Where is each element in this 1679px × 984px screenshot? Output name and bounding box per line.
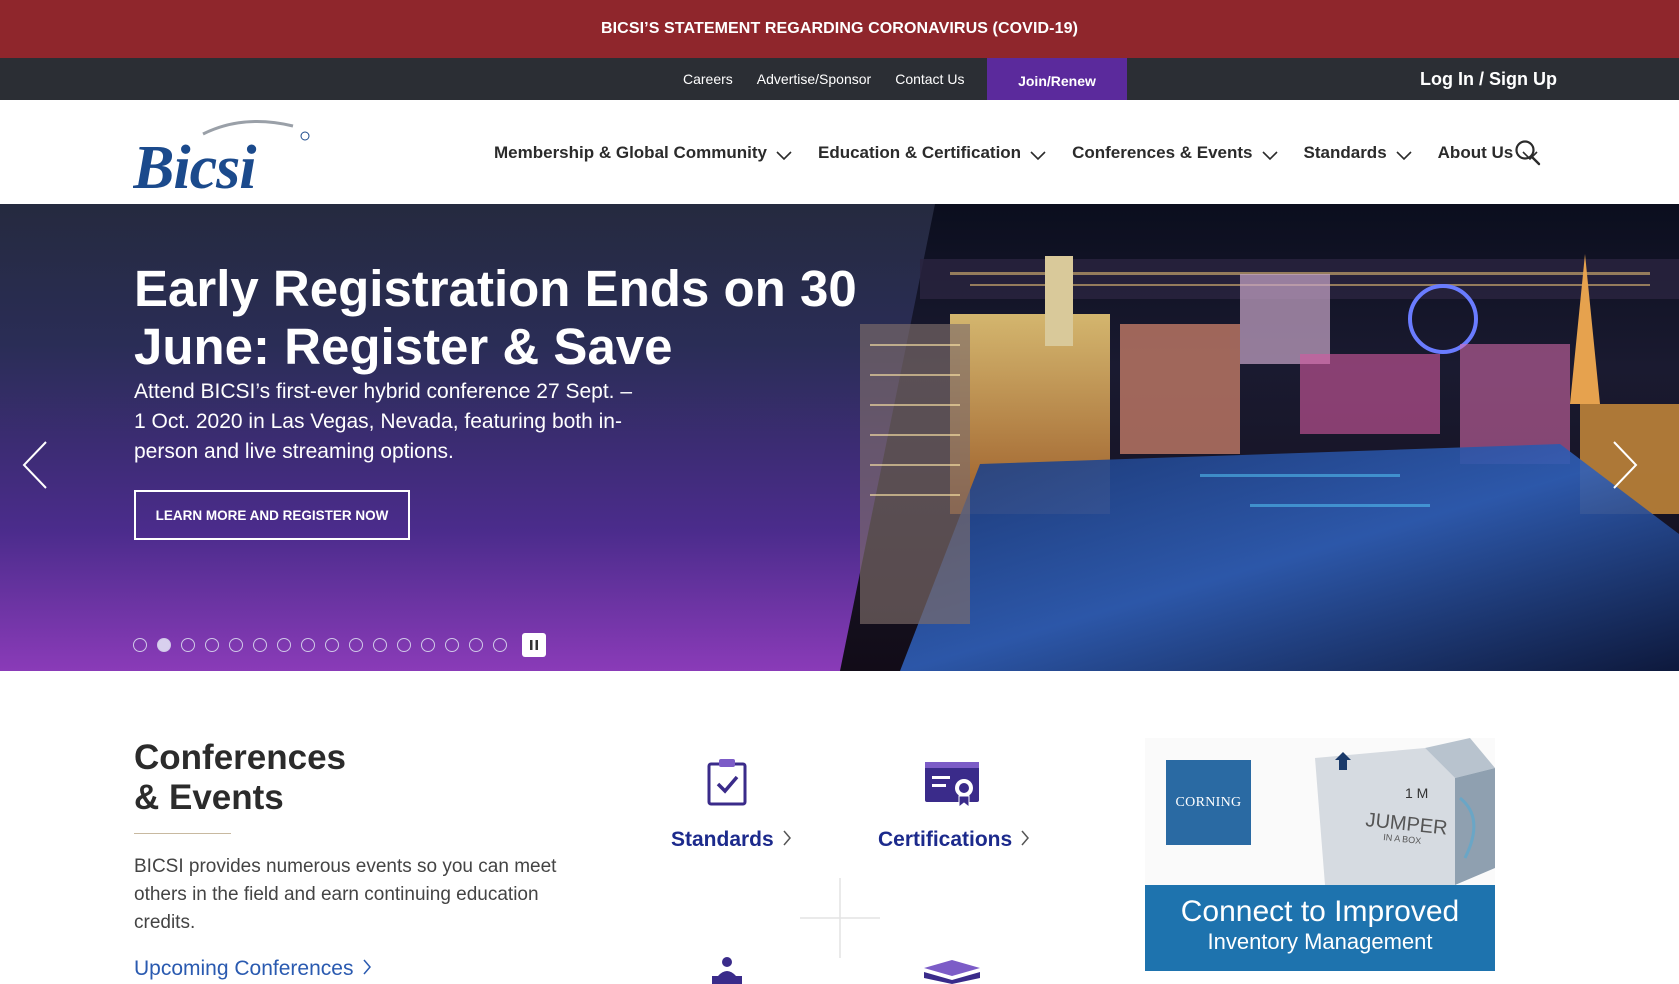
carousel-dot[interactable] — [277, 638, 291, 652]
nav-conferences[interactable]: Conferences & Events — [1072, 143, 1278, 163]
carousel-dot[interactable] — [373, 638, 387, 652]
chevron-left-icon[interactable] — [20, 440, 50, 490]
chevron-right-icon — [363, 959, 372, 975]
title-line: Conferences — [134, 738, 347, 777]
carousel-dot[interactable] — [469, 638, 483, 652]
carousel-dot[interactable] — [205, 638, 219, 652]
nav-label: Standards — [1303, 143, 1387, 162]
corning-logo: CORNING — [1166, 760, 1251, 845]
carousel-dot[interactable] — [301, 638, 315, 652]
carousel-dot[interactable] — [493, 638, 507, 652]
pause-icon[interactable] — [522, 633, 546, 657]
upcoming-conferences-link[interactable]: Upcoming Conferences — [134, 957, 372, 981]
grid-divider — [800, 878, 880, 958]
nav-label: Education & Certification — [817, 143, 1022, 162]
join-renew-button[interactable]: Join/Renew — [987, 58, 1127, 103]
learn-more-register-button[interactable]: LEARN MORE AND REGISTER NOW — [134, 490, 410, 540]
bicsi-logo[interactable]: Bicsi — [132, 112, 313, 202]
nav-label: About Us — [1437, 143, 1514, 162]
chevron-down-icon — [1030, 151, 1046, 161]
link-label: Standards — [671, 828, 774, 851]
carousel-dot[interactable] — [349, 638, 363, 652]
link-label: Upcoming Conferences — [134, 957, 354, 980]
carousel-pagination — [133, 638, 517, 652]
login-signup-link[interactable]: Log In / Sign Up — [1420, 58, 1557, 100]
chevron-right-icon[interactable] — [1610, 440, 1640, 490]
search-icon[interactable] — [1514, 139, 1542, 167]
svg-text:1 M: 1 M — [1405, 785, 1428, 801]
carousel-dot[interactable] — [157, 638, 171, 652]
covid-alert-bar: BICSI’S STATEMENT REGARDING CORONAVIRUS … — [0, 0, 1679, 58]
nav-membership[interactable]: Membership & Global Community — [494, 143, 792, 163]
chevron-down-icon — [776, 151, 792, 161]
contact-us-link[interactable]: Contact Us — [895, 71, 964, 87]
carousel-dot[interactable] — [397, 638, 411, 652]
hero-title: Early Registration Ends on 30 June: Regi… — [134, 260, 857, 375]
carousel-dot[interactable] — [229, 638, 243, 652]
chevron-right-icon — [782, 830, 791, 846]
careers-link[interactable]: Careers — [683, 71, 733, 87]
books-icon — [922, 958, 982, 984]
ad-banner: Connect to Improved Inventory Management — [1145, 885, 1495, 971]
carousel-dot[interactable] — [445, 638, 459, 652]
certificate-icon — [924, 758, 980, 813]
covid-statement-link[interactable]: BICSI’S STATEMENT REGARDING CORONAVIRUS … — [601, 20, 1078, 38]
hero-subtitle: Attend BICSI’s first-ever hybrid confere… — [134, 380, 633, 463]
main-nav: Membership & Global Community Education … — [494, 134, 1564, 172]
svg-text:Bicsi: Bicsi — [133, 134, 256, 194]
utility-links: Careers Advertise/Sponsor Contact Us — [683, 58, 988, 100]
nav-standards[interactable]: Standards — [1304, 143, 1412, 163]
standards-link[interactable]: Standards — [671, 828, 792, 852]
jumper-box-image: 1 M JUMPER IN A BOX — [1315, 738, 1495, 885]
title-line: & Events — [134, 778, 284, 817]
chevron-down-icon — [1261, 151, 1278, 161]
corning-advertisement[interactable]: CORNING 1 M JUMPER IN A BOX Connect to I… — [1145, 738, 1495, 971]
ad-headline: Connect to Improved — [1180, 895, 1460, 928]
certifications-link[interactable]: Certifications — [878, 828, 1030, 852]
ad-subline: Inventory Management — [1207, 929, 1433, 954]
nav-label: Conferences & Events — [1072, 143, 1253, 162]
carousel-dot[interactable] — [325, 638, 339, 652]
carousel-dot[interactable] — [133, 638, 147, 652]
link-label: Certifications — [878, 828, 1013, 851]
conferences-events-title: Conferences & Events — [134, 738, 534, 818]
carousel-dot[interactable] — [181, 638, 195, 652]
divider — [134, 833, 231, 834]
clipboard-check-icon — [707, 758, 747, 811]
person-desk-icon — [710, 956, 744, 984]
carousel-dot[interactable] — [253, 638, 267, 652]
chevron-right-icon — [1021, 830, 1030, 846]
carousel-dot[interactable] — [421, 638, 435, 652]
conferences-description: BICSI provides numerous events so you ca… — [134, 856, 557, 933]
nav-label: Membership & Global Community — [494, 143, 767, 162]
chevron-down-icon — [1396, 151, 1412, 161]
nav-education[interactable]: Education & Certification — [818, 143, 1046, 163]
advertise-sponsor-link[interactable]: Advertise/Sponsor — [757, 71, 871, 87]
